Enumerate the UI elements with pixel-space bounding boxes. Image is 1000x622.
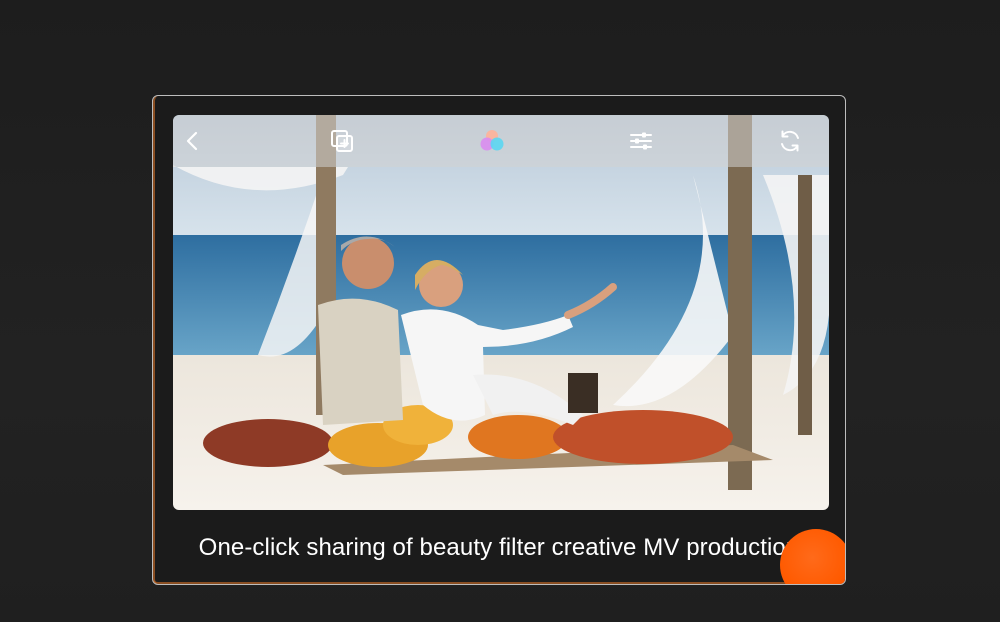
adjust-sliders-icon — [630, 132, 652, 150]
refresh-button[interactable] — [774, 125, 806, 157]
editor-toolbar — [173, 115, 829, 167]
video-preview[interactable] — [173, 115, 829, 510]
back-button[interactable] — [177, 125, 209, 157]
back-icon — [186, 131, 198, 151]
filter-icon — [480, 130, 504, 151]
adjust-button[interactable] — [625, 125, 657, 157]
filter-button[interactable] — [476, 125, 508, 157]
add-clip-icon — [331, 130, 353, 152]
refresh-icon — [781, 130, 799, 152]
add-clip-button[interactable] — [326, 125, 358, 157]
beach-photo — [173, 115, 829, 510]
feature-caption: One-click sharing of beauty filter creat… — [198, 534, 800, 561]
phone-frame: One-click sharing of beauty filter creat… — [152, 95, 846, 585]
